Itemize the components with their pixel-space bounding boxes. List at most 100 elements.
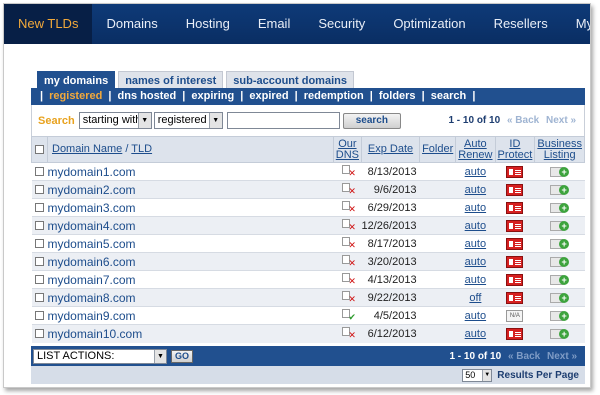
tab-names-of-interest[interactable]: names of interest xyxy=(118,71,224,89)
exp-date-cell: 8/13/2013 xyxy=(361,162,420,181)
search-label: Search xyxy=(38,114,75,127)
col-folder[interactable]: Folder xyxy=(419,136,457,163)
auto-renew-cell: auto xyxy=(455,216,495,235)
domain-link[interactable]: mydomain8.com xyxy=(48,291,136,305)
id-protect-cell xyxy=(495,270,535,289)
add-business-listing-icon[interactable]: + xyxy=(550,328,570,340)
nav-resellers[interactable]: Resellers xyxy=(480,4,562,44)
results-per-page-select[interactable]: 50 ▼ xyxy=(462,368,493,382)
nav-domains[interactable]: Domains xyxy=(92,4,171,44)
row-checkbox[interactable] xyxy=(35,293,44,303)
id-protect-icon[interactable] xyxy=(506,183,524,196)
add-business-listing-icon[interactable]: + xyxy=(550,310,570,322)
add-business-listing-icon[interactable]: + xyxy=(550,166,570,178)
select-all-checkbox[interactable] xyxy=(35,144,44,154)
auto-renew-link[interactable]: auto xyxy=(465,238,486,250)
row-checkbox[interactable] xyxy=(35,185,44,195)
folder-cell xyxy=(419,306,456,325)
sort-domain-name[interactable]: Domain Name xyxy=(52,143,122,155)
auto-renew-link[interactable]: auto xyxy=(465,202,486,214)
row-checkbox[interactable] xyxy=(35,275,44,285)
chevron-down-icon: ▼ xyxy=(482,369,492,381)
filter-expired[interactable]: expired xyxy=(249,90,288,102)
nav-hosting[interactable]: Hosting xyxy=(172,4,244,44)
add-business-listing-icon[interactable]: + xyxy=(550,202,570,214)
list-actions-select[interactable]: LIST ACTIONS: ▼ xyxy=(33,348,167,364)
pager-back-link[interactable]: « Back xyxy=(507,115,539,126)
add-business-listing-icon[interactable]: + xyxy=(550,292,570,304)
add-business-listing-icon[interactable]: + xyxy=(550,274,570,286)
id-protect-icon[interactable] xyxy=(506,273,524,286)
col-our-dns[interactable]: Our DNS xyxy=(332,136,363,163)
id-protect-icon[interactable] xyxy=(506,219,524,232)
filter-folders[interactable]: folders xyxy=(379,90,416,102)
row-checkbox[interactable] xyxy=(35,239,44,249)
domain-link[interactable]: mydomain1.com xyxy=(48,165,136,179)
row-checkbox[interactable] xyxy=(35,257,44,267)
nav-email[interactable]: Email xyxy=(244,4,305,44)
nav-optimization[interactable]: Optimization xyxy=(379,4,479,44)
go-button[interactable]: GO xyxy=(171,349,194,363)
filter-search[interactable]: search xyxy=(431,90,466,102)
nav-security[interactable]: Security xyxy=(304,4,379,44)
id-protect-icon[interactable] xyxy=(506,165,524,178)
domain-link[interactable]: mydomain6.com xyxy=(48,255,136,269)
nav-my-account[interactable]: My Account xyxy=(562,4,590,44)
row-checkbox[interactable] xyxy=(35,329,44,339)
auto-renew-link[interactable]: auto xyxy=(465,184,486,196)
search-scope-select[interactable]: registered ▼ xyxy=(153,112,223,129)
domain-link[interactable]: mydomain7.com xyxy=(48,273,136,287)
filter-expiring[interactable]: expiring xyxy=(191,90,234,102)
add-business-listing-icon[interactable]: + xyxy=(550,256,570,268)
col-auto-renew[interactable]: Auto Renew xyxy=(455,136,496,163)
auto-renew-link[interactable]: auto xyxy=(465,256,486,268)
auto-renew-link[interactable]: auto xyxy=(465,328,486,340)
auto-renew-link[interactable]: auto xyxy=(465,166,486,178)
domain-link[interactable]: mydomain3.com xyxy=(48,201,136,215)
filter-dns-hosted[interactable]: dns hosted xyxy=(118,90,177,102)
row-checkbox[interactable] xyxy=(35,203,44,213)
col-exp-date[interactable]: Exp Date xyxy=(360,136,421,163)
domain-link[interactable]: mydomain10.com xyxy=(48,327,143,341)
add-business-listing-icon[interactable]: + xyxy=(550,220,570,232)
domain-link[interactable]: mydomain5.com xyxy=(48,237,136,251)
domain-link[interactable]: mydomain2.com xyxy=(48,183,136,197)
search-mode-value: starting with xyxy=(82,114,142,126)
tab-sub-account-domains[interactable]: sub-account domains xyxy=(226,71,354,89)
id-protect-icon[interactable] xyxy=(506,291,524,304)
search-mode-select[interactable]: starting with ▼ xyxy=(78,112,152,129)
dns-cell: ✕ xyxy=(333,234,362,253)
auto-renew-link[interactable]: off xyxy=(469,292,481,304)
id-protect-icon[interactable] xyxy=(506,237,524,250)
auto-renew-link[interactable]: auto xyxy=(465,220,486,232)
id-protect-cell: N/A xyxy=(495,306,535,325)
id-protect-icon[interactable] xyxy=(506,255,524,268)
row-checkbox[interactable] xyxy=(35,221,44,231)
pager-next-link[interactable]: Next » xyxy=(547,351,577,362)
nav-new-tlds[interactable]: New TLDs xyxy=(4,4,93,44)
add-business-listing-icon[interactable]: + xyxy=(550,184,570,196)
add-business-listing-icon[interactable]: + xyxy=(550,238,570,250)
auto-renew-link[interactable]: auto xyxy=(465,274,486,286)
domain-link[interactable]: mydomain4.com xyxy=(48,219,136,233)
auto-renew-link[interactable]: auto xyxy=(465,310,486,322)
business-listing-cell: + xyxy=(534,306,585,325)
dns-cell: ✕ xyxy=(333,288,362,307)
pager-back-link[interactable]: « Back xyxy=(508,351,540,362)
search-input[interactable] xyxy=(226,112,340,129)
sort-tld[interactable]: TLD xyxy=(131,143,152,155)
tab-my-domains[interactable]: my domains xyxy=(37,71,116,89)
pager-next-link[interactable]: Next » xyxy=(546,115,576,126)
search-button[interactable]: search xyxy=(342,112,401,129)
id-protect-icon[interactable] xyxy=(506,327,524,340)
row-checkbox[interactable] xyxy=(35,311,44,321)
domain-link[interactable]: mydomain9.com xyxy=(48,309,136,323)
filter-bar: | registered | dns hosted | expiring | e… xyxy=(31,88,585,105)
filter-redemption[interactable]: redemption xyxy=(304,90,364,102)
id-protect-icon[interactable] xyxy=(506,201,524,214)
filter-registered[interactable]: registered xyxy=(49,90,102,102)
col-business-listing[interactable]: Business Listing xyxy=(534,136,585,163)
dns-cell: ✕ xyxy=(333,216,362,235)
row-checkbox[interactable] xyxy=(35,167,44,177)
col-id-protect[interactable]: ID Protect xyxy=(494,136,536,163)
